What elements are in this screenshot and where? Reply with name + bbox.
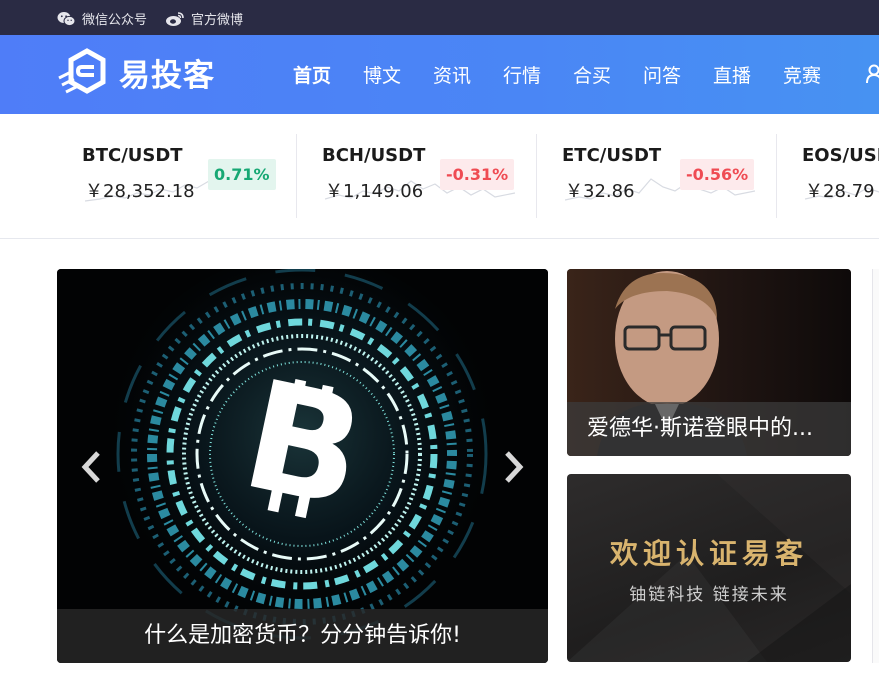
ticker-price: ￥28.79 (805, 181, 875, 202)
user-icon[interactable] (866, 64, 879, 84)
nav-item-blog[interactable]: 博文 (363, 61, 401, 88)
ticker-item-bch[interactable]: BCH/USDT ￥1,149.06 -0.31% (322, 133, 562, 217)
ticker-change: 0.71% (208, 159, 276, 190)
certify-banner[interactable]: 欢迎认证易客 铀链科技 链接未来 (567, 474, 851, 662)
ticker-price: ￥28,352.18 (85, 181, 195, 202)
certify-title: 欢迎认证易客 (609, 537, 808, 570)
ticker-pair: EOS/USDT (802, 145, 879, 166)
carousel-next-icon[interactable] (499, 449, 527, 485)
ticker-price: ￥32.86 (565, 181, 635, 202)
ticker-change: -0.31% (440, 159, 515, 190)
logo-text: 易投客 (119, 57, 215, 94)
side-article-caption: 爱德华·斯诺登眼中的... (567, 402, 851, 456)
nav-item-home[interactable]: 首页 (293, 61, 331, 88)
nav-item-contest[interactable]: 竞赛 (783, 61, 821, 88)
certify-subtitle: 铀链科技 链接未来 (629, 585, 789, 605)
wechat-label: 微信公众号 (82, 13, 148, 28)
right-column-edge (872, 269, 879, 663)
wechat-icon (57, 11, 76, 26)
ticker-pair: BTC/USDT (82, 145, 183, 166)
nav-item-group-buy[interactable]: 合买 (573, 61, 611, 88)
ticker-item-etc[interactable]: ETC/USDT ￥32.86 -0.56% (562, 133, 802, 217)
main-header: 易投客 首页 博文 资讯 行情 合买 问答 直播 竞赛 (0, 35, 879, 114)
nav-item-news[interactable]: 资讯 (433, 61, 471, 88)
ticker-change: -0.56% (680, 159, 755, 190)
weibo-link[interactable]: 官方微博 (165, 9, 243, 28)
side-article-card[interactable]: 爱德华·斯诺登眼中的... (567, 269, 851, 456)
nav-item-live[interactable]: 直播 (713, 61, 751, 88)
logo-mark-icon (58, 48, 106, 94)
wechat-link[interactable]: 微信公众号 (57, 9, 147, 28)
divider (296, 134, 297, 218)
weibo-icon (166, 11, 184, 26)
ticker-item-eos[interactable]: EOS/USDT ￥28.79 (802, 133, 879, 217)
nav-item-qa[interactable]: 问答 (643, 61, 681, 88)
divider (776, 134, 777, 218)
divider (536, 134, 537, 218)
nav-item-market[interactable]: 行情 (503, 61, 541, 88)
weibo-label: 官方微博 (191, 13, 244, 28)
hero-carousel[interactable]: B 什么是加密货币？分分钟告诉你! (57, 269, 548, 663)
price-ticker: BTC/USDT ￥28,352.18 0.71% BCH/USDT ￥1,14… (0, 114, 879, 239)
ticker-item-btc[interactable]: BTC/USDT ￥28,352.18 0.71% (82, 133, 322, 217)
ticker-pair: ETC/USDT (562, 145, 662, 166)
bitcoin-banner-image: B (57, 269, 548, 663)
top-bar: 微信公众号 官方微博 (0, 0, 879, 35)
carousel-caption[interactable]: 什么是加密货币？分分钟告诉你! (57, 609, 548, 663)
ticker-price: ￥1,149.06 (325, 181, 424, 202)
ticker-pair: BCH/USDT (322, 145, 426, 166)
carousel-prev-icon[interactable] (78, 449, 106, 485)
site-logo[interactable]: 易投客 (57, 48, 215, 96)
